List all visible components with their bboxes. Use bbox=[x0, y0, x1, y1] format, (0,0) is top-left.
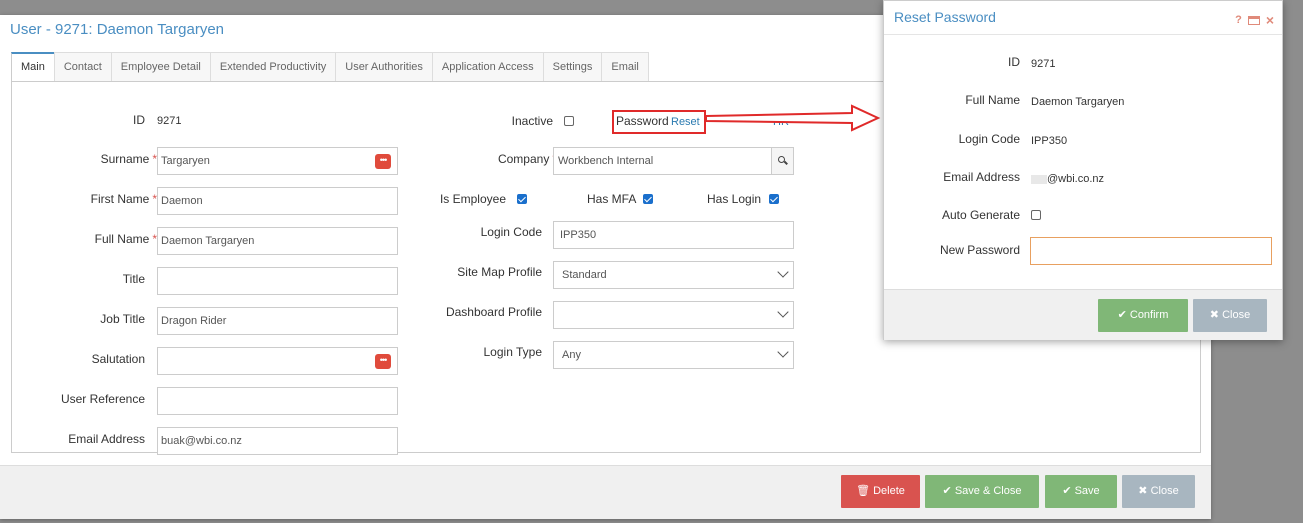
dialog-close-label: Close bbox=[1222, 309, 1251, 321]
confirm-button[interactable]: ✔ Confirm bbox=[1098, 299, 1188, 332]
dialog-id-value: 9271 bbox=[1031, 58, 1056, 70]
new-password-label: New Password bbox=[939, 243, 1020, 257]
dialog-divider bbox=[884, 34, 1282, 35]
close-icon[interactable]: × bbox=[1266, 12, 1274, 28]
dialog-email-label: Email Address bbox=[943, 170, 1020, 184]
auto-generate-label: Auto Generate bbox=[941, 208, 1020, 222]
check-icon: ✔ bbox=[1117, 309, 1127, 321]
dialog-full-name-label: Full Name bbox=[965, 93, 1020, 107]
dialog-full-name-value: Daemon Targaryen bbox=[1031, 96, 1125, 108]
auto-generate-checkbox[interactable] bbox=[1031, 210, 1041, 220]
dialog-controls: ? × bbox=[1235, 12, 1274, 28]
redacted-text bbox=[1031, 174, 1047, 184]
dialog-id-label: ID bbox=[1008, 55, 1020, 69]
dialog-footer: ✔ Confirm ✖ Close bbox=[884, 289, 1282, 340]
help-icon[interactable]: ? bbox=[1235, 14, 1242, 26]
dialog-title: Reset Password bbox=[894, 9, 996, 25]
dialog-login-code-value: IPP350 bbox=[1031, 135, 1068, 147]
close-icon: ✖ bbox=[1209, 309, 1220, 321]
dialog-close-button[interactable]: ✖ Close bbox=[1193, 299, 1267, 332]
dialog-login-code-label: Login Code bbox=[958, 132, 1020, 146]
window-icon[interactable] bbox=[1247, 15, 1260, 25]
dialog-email-value: @wbi.co.nz bbox=[1031, 173, 1104, 185]
confirm-label: Confirm bbox=[1129, 309, 1169, 321]
dialog-email-text: @wbi.co.nz bbox=[1047, 173, 1105, 185]
reset-password-dialog: Reset Password ? × ID 9271 Full Name Dae… bbox=[883, 0, 1283, 340]
new-password-input[interactable] bbox=[1030, 237, 1272, 265]
